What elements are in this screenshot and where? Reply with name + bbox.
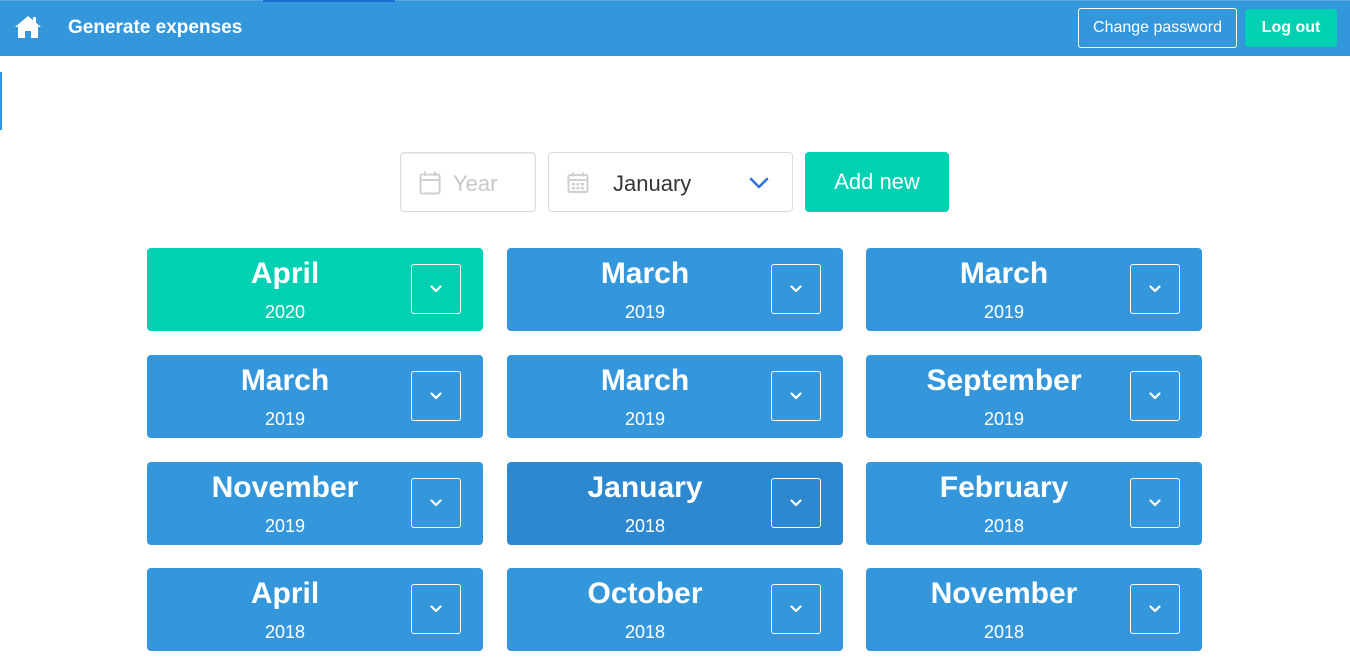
card-year: 2019 [624, 409, 666, 429]
expense-card[interactable]: March 2019 [866, 248, 1202, 331]
expense-card[interactable]: February 2018 [866, 462, 1202, 545]
expense-card[interactable]: March 2019 [147, 355, 483, 438]
card-dropdown-button[interactable] [411, 371, 461, 421]
chevron-down-icon [749, 176, 769, 195]
brand-title[interactable]: Generate expenses [68, 17, 242, 39]
card-year: 2019 [264, 409, 306, 429]
card-year: 2019 [983, 409, 1025, 429]
expense-card[interactable]: October 2018 [507, 568, 843, 651]
change-password-button[interactable]: Change password [1078, 8, 1237, 48]
expense-card[interactable]: March 2019 [507, 355, 843, 438]
card-month: March [600, 257, 690, 290]
chevron-down-icon [430, 280, 442, 298]
card-month: November [930, 577, 1078, 610]
card-month: April [250, 577, 320, 610]
card-dropdown-button[interactable] [1130, 371, 1180, 421]
chevron-down-icon [1149, 387, 1161, 405]
card-month: March [959, 257, 1049, 290]
card-year: 2018 [983, 516, 1025, 536]
year-field[interactable] [400, 152, 536, 212]
card-month: March [240, 364, 330, 397]
card-dropdown-button[interactable] [771, 264, 821, 314]
card-dropdown-button[interactable] [1130, 264, 1180, 314]
card-month: September [926, 364, 1082, 397]
chevron-down-icon [1149, 600, 1161, 618]
year-input[interactable] [451, 165, 535, 203]
card-month: November [211, 471, 359, 504]
expense-card[interactable]: April 2018 [147, 568, 483, 651]
chevron-down-icon [1149, 494, 1161, 512]
card-dropdown-button[interactable] [771, 584, 821, 634]
card-month: January [587, 471, 703, 504]
home-icon[interactable] [14, 14, 42, 40]
card-year: 2018 [624, 516, 666, 536]
expense-card[interactable]: April 2020 [147, 248, 483, 331]
card-dropdown-button[interactable] [411, 584, 461, 634]
card-dropdown-button[interactable] [411, 264, 461, 314]
card-dropdown-button[interactable] [771, 478, 821, 528]
chevron-down-icon [790, 600, 802, 618]
chevron-down-icon [1149, 280, 1161, 298]
chevron-down-icon [430, 387, 442, 405]
chevron-down-icon [790, 494, 802, 512]
navbar-top-border [0, 0, 1350, 1]
card-month: February [939, 471, 1069, 504]
card-month: October [587, 577, 703, 610]
chevron-down-icon [430, 494, 442, 512]
chevron-down-icon [790, 387, 802, 405]
expense-card[interactable]: March 2019 [507, 248, 843, 331]
card-year: 2018 [624, 622, 666, 642]
month-select-value: January [613, 171, 692, 196]
card-year: 2018 [983, 622, 1025, 642]
calendar-grid-icon [567, 172, 589, 199]
side-edge-marker [0, 72, 2, 130]
add-new-button[interactable]: Add new [805, 152, 949, 212]
card-dropdown-button[interactable] [411, 478, 461, 528]
month-select[interactable]: January [548, 152, 793, 212]
card-year: 2019 [264, 516, 306, 536]
top-navbar: Generate expenses Change password Log ou… [0, 0, 1350, 56]
card-year: 2019 [624, 302, 666, 322]
card-year: 2020 [264, 302, 306, 322]
expense-card[interactable]: September 2019 [866, 355, 1202, 438]
chevron-down-icon [790, 280, 802, 298]
chevron-down-icon [430, 600, 442, 618]
card-dropdown-button[interactable] [1130, 584, 1180, 634]
logout-button[interactable]: Log out [1245, 9, 1337, 47]
card-dropdown-button[interactable] [771, 371, 821, 421]
card-year: 2019 [983, 302, 1025, 322]
navbar-active-indicator [263, 0, 395, 2]
card-year: 2018 [264, 622, 306, 642]
calendar-icon [419, 171, 441, 200]
expense-card[interactable]: November 2019 [147, 462, 483, 545]
expense-card[interactable]: November 2018 [866, 568, 1202, 651]
card-dropdown-button[interactable] [1130, 478, 1180, 528]
expense-card[interactable]: January 2018 [507, 462, 843, 545]
card-month: April [250, 257, 320, 290]
card-month: March [600, 364, 690, 397]
